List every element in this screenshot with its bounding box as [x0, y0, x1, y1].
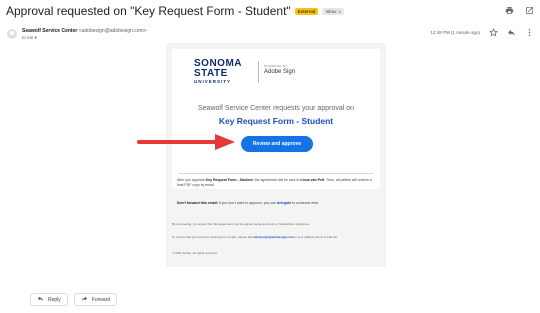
after-person: Linus van Pelt — [300, 178, 325, 182]
forward-arrow-icon — [81, 295, 88, 304]
sender-avatar — [7, 29, 17, 39]
open-in-new-window-icon[interactable] — [524, 5, 534, 15]
subject-row: Approval requested on "Key Request Form … — [6, 4, 344, 18]
message-actions: Reply Forward — [30, 293, 118, 306]
dont-forward-notice: Don't forward this email: If you don't w… — [177, 201, 373, 205]
print-icon[interactable] — [504, 5, 514, 15]
logo-divider — [258, 61, 259, 83]
recipient-text: to me — [22, 35, 34, 40]
forward-button[interactable]: Forward — [73, 293, 118, 306]
adobe-sign-logo: Adobe Sign — [264, 69, 296, 75]
reply-arrow-icon — [37, 295, 44, 304]
email-body: SONOMA STATE UNIVERSITY POWERED BY Adobe… — [166, 43, 386, 267]
dont-forward-text: If you don't want to approve, you can — [217, 201, 277, 205]
inbox-label[interactable]: Inbox x — [322, 7, 344, 15]
sender-line: Seawolf Service Center <adobesign@adobes… — [22, 28, 147, 34]
email-subject: Approval requested on "Key Request Form … — [6, 4, 291, 18]
external-badge: External — [294, 7, 319, 15]
forward-label: Forward — [91, 296, 111, 303]
recipient-dropdown[interactable]: to me ▾ — [22, 35, 37, 41]
dont-forward-bold: Don't forward this email: — [177, 201, 218, 205]
email-card: SONOMA STATE UNIVERSITY POWERED BY Adobe… — [172, 49, 380, 189]
after-middle: , the agreement will be sent to — [252, 178, 301, 182]
chevron-down-icon[interactable]: ▾ — [35, 35, 37, 40]
delegate-link[interactable]: delegate — [277, 201, 291, 205]
sender-name[interactable]: Seawolf Service Center — [22, 28, 77, 34]
footer-ensure-suffix: to your address book or safe list. — [293, 235, 338, 239]
university-logo: SONOMA STATE UNIVERSITY — [194, 59, 242, 85]
reply-label: Reply — [48, 296, 61, 303]
red-arrow-annotation — [137, 134, 235, 150]
reply-icon[interactable] — [506, 27, 516, 37]
footer-ensure: To ensure that you continue receiving ou… — [172, 235, 380, 239]
footer-email-link[interactable]: adobesign@adobesign.com — [254, 235, 294, 239]
more-options-icon[interactable] — [524, 27, 534, 37]
divider — [178, 173, 374, 174]
form-title: Key Request Form - Student — [218, 116, 334, 126]
inbox-label-text: Inbox — [325, 8, 337, 14]
remove-label-icon[interactable]: x — [338, 9, 340, 14]
header-actions — [504, 5, 534, 15]
timestamp: 12:48 PM (1 minute ago) — [430, 29, 480, 35]
logo-line-2: STATE — [194, 68, 228, 79]
message-meta: 12:48 PM (1 minute ago) — [430, 27, 534, 37]
footer-ensure-prefix: To ensure that you continue receiving ou… — [172, 235, 254, 239]
sender-email: <adobesign@adobesign.com> — [78, 28, 147, 34]
after-form-name: Key Request Form - Student — [205, 178, 253, 182]
footer-copyright: © 2021 Adobe. All rights reserved. — [172, 251, 218, 255]
after-prefix: After you approve — [177, 178, 206, 182]
footer-proceeding: By proceeding, you agree that this agree… — [172, 222, 311, 226]
review-and-approve-button[interactable]: Review and approve — [241, 136, 313, 152]
star-icon[interactable] — [488, 27, 498, 37]
reply-button[interactable]: Reply — [30, 293, 68, 306]
logo-line-3: UNIVERSITY — [194, 79, 232, 84]
request-line: Seawolf Service Center requests your app… — [197, 105, 355, 112]
dont-forward-suffix: to someone else. — [291, 201, 319, 205]
after-approval-text: After you approve Key Request Form - Stu… — [177, 178, 373, 188]
powered-by-text: POWERED BY — [264, 64, 288, 68]
